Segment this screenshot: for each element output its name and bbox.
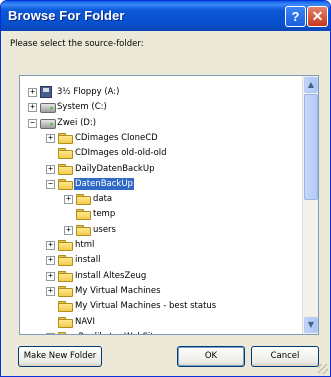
- folder-icon: [58, 163, 73, 175]
- tree-row[interactable]: CDImages old-old-old: [20, 145, 302, 161]
- close-button[interactable]: ✕: [307, 6, 328, 27]
- folder-icon: [76, 209, 91, 221]
- tree-item-label: install: [75, 255, 101, 266]
- help-button[interactable]: ?: [285, 6, 306, 27]
- expand-icon[interactable]: +: [46, 332, 55, 334]
- tree-row[interactable]: + html: [20, 237, 302, 253]
- floppy-icon: [40, 86, 52, 98]
- tree-item-label: Zwei (D:): [57, 117, 97, 128]
- folder-icon: [58, 132, 73, 144]
- folder-icon: [58, 301, 73, 313]
- tree-item-label: DatenBackUp: [74, 177, 134, 190]
- scrollbar-thumb[interactable]: [304, 94, 318, 200]
- ok-button[interactable]: OK: [177, 346, 245, 367]
- tree-row[interactable]: + data: [20, 191, 302, 207]
- tree-item-label: 3½ Floppy (A:): [57, 87, 120, 97]
- tree-item-label: My Virtual Machines - best status: [75, 301, 217, 312]
- folder-icon: [58, 331, 73, 334]
- expand-icon[interactable]: +: [64, 225, 73, 235]
- tree-item-label: DailyDatenBackUp: [75, 163, 155, 174]
- tree-row[interactable]: temp: [20, 206, 302, 222]
- tree-item-label: CDimages CloneCD: [75, 132, 158, 143]
- folder-icon: [58, 240, 73, 251]
- folder-icon: [58, 148, 73, 160]
- tree-row[interactable]: − DatenBackUp: [20, 176, 302, 192]
- folder-icon: [58, 270, 73, 282]
- collapse-icon[interactable]: −: [28, 118, 37, 128]
- expand-icon[interactable]: +: [46, 256, 55, 266]
- tree-row[interactable]: − Zwei (D:): [20, 115, 302, 131]
- drive-icon: [40, 118, 56, 129]
- expand-icon[interactable]: +: [46, 164, 55, 174]
- drive-icon: [40, 103, 56, 114]
- expand-icon[interactable]: +: [46, 271, 55, 281]
- expand-icon[interactable]: +: [64, 195, 73, 205]
- tree-item-label: temp: [93, 209, 116, 220]
- tree-row[interactable]: NAVI: [20, 314, 302, 330]
- tree-row[interactable]: + install: [20, 252, 302, 268]
- title-bar[interactable]: Browse For Folder ? ✕: [1, 1, 330, 31]
- make-new-folder-button[interactable]: Make New Folder: [18, 346, 102, 367]
- tree-row[interactable]: +3½ Floppy (A:): [20, 84, 302, 100]
- dialog-title: Browse For Folder: [8, 8, 125, 23]
- tree-item-label: CDImages old-old-old: [75, 148, 167, 159]
- tree-row[interactable]: + System (C:): [20, 99, 302, 115]
- tree-row[interactable]: + My Virtual Machines: [20, 283, 302, 299]
- cancel-label: Cancel: [270, 351, 300, 361]
- tree-row[interactable]: My Virtual Machines - best status: [20, 298, 302, 314]
- resize-grip-icon[interactable]: [318, 364, 328, 374]
- folder-icon: [58, 178, 73, 190]
- expand-icon[interactable]: +: [28, 88, 37, 97]
- scroll-up-button[interactable]: ▲: [304, 77, 318, 93]
- tree-item-label: rReplikator WebSite: [74, 331, 160, 334]
- expand-icon[interactable]: +: [28, 103, 37, 113]
- tree-row[interactable]: + CDimages CloneCD: [20, 130, 302, 146]
- folder-icon: [76, 224, 91, 236]
- tree-item-label: html: [75, 240, 95, 250]
- folder-tree[interactable]: +3½ Floppy (A:) + System (C:) − Zwei (D:) + CD…: [19, 75, 319, 335]
- tree-item-label: My Virtual Machines: [75, 285, 161, 296]
- tree-row[interactable]: + Install AltesZeug: [20, 268, 302, 284]
- tree-item-label: NAVI: [75, 316, 95, 327]
- expand-icon[interactable]: +: [46, 241, 55, 250]
- cancel-button[interactable]: Cancel: [251, 346, 319, 367]
- tree-item-label: data: [93, 194, 113, 205]
- scroll-down-button[interactable]: ▼: [304, 317, 318, 333]
- tree-row[interactable]: + DailyDatenBackUp: [20, 161, 302, 177]
- make-new-folder-label: Make New Folder: [23, 351, 97, 361]
- tree-item-label: users: [93, 224, 116, 235]
- folder-tree-rows: +3½ Floppy (A:) + System (C:) − Zwei (D:) + CD…: [20, 76, 302, 334]
- vertical-scrollbar[interactable]: ▲ ▼: [302, 76, 318, 334]
- expand-icon[interactable]: +: [46, 286, 55, 296]
- tree-row[interactable]: + rReplikator WebSite: [20, 329, 302, 334]
- collapse-icon[interactable]: −: [46, 179, 55, 189]
- tree-item-label: Install AltesZeug: [75, 270, 147, 281]
- folder-icon: [58, 316, 73, 328]
- browse-for-folder-dialog: Browse For Folder ? ✕ Please select the …: [0, 0, 331, 377]
- prompt-text: Please select the source-folder:: [10, 39, 144, 49]
- tree-row[interactable]: + users: [20, 222, 302, 238]
- folder-icon: [58, 285, 73, 297]
- folder-icon: [58, 255, 73, 267]
- ok-label: OK: [204, 351, 218, 361]
- tree-item-label: System (C:): [57, 102, 107, 113]
- folder-icon: [76, 194, 91, 206]
- expand-icon[interactable]: +: [46, 133, 55, 143]
